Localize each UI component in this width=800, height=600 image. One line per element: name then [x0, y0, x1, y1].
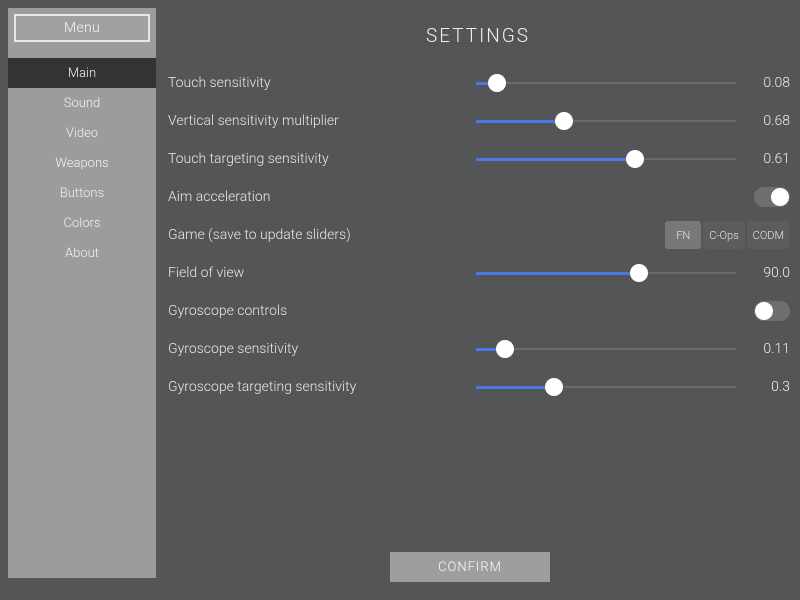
- setting-value: 0.08: [744, 75, 790, 91]
- setting-value: 0.68: [744, 113, 790, 129]
- segment-option[interactable]: C-Ops: [703, 221, 744, 249]
- sidebar-item-label: Main: [68, 66, 96, 81]
- setting-label: Vertical sensitivity multiplier: [168, 113, 448, 129]
- setting-value: 90.0: [744, 265, 790, 281]
- slider[interactable]: [476, 71, 736, 95]
- setting-value: 0.61: [744, 151, 790, 167]
- setting-row: Game (save to update sliders) FNC-OpsCODM: [168, 216, 790, 254]
- setting-value: 0.3: [744, 379, 790, 395]
- confirm-button[interactable]: CONFIRM: [390, 552, 550, 582]
- sidebar-item-label: About: [65, 246, 99, 261]
- slider[interactable]: [476, 261, 736, 285]
- sidebar-item-buttons[interactable]: Buttons: [8, 178, 156, 208]
- sidebar-item-main[interactable]: Main: [8, 58, 156, 88]
- segment-option[interactable]: CODM: [747, 221, 790, 249]
- sidebar-item-label: Buttons: [60, 186, 104, 201]
- slider[interactable]: [476, 337, 736, 361]
- settings-panel: Touch sensitivity 0.08 Vertical sensitivit…: [168, 64, 790, 530]
- setting-row: Touch sensitivity 0.08: [168, 64, 790, 102]
- setting-control: 90.0: [448, 254, 790, 292]
- setting-control: 0.68: [448, 102, 790, 140]
- setting-row: Aim acceleration: [168, 178, 790, 216]
- sidebar-item-label: Sound: [64, 96, 101, 111]
- page-title: SETTINGS: [156, 24, 800, 47]
- setting-row: Touch targeting sensitivity 0.61: [168, 140, 790, 178]
- setting-row: Gyroscope sensitivity 0.11: [168, 330, 790, 368]
- setting-control: [448, 178, 790, 216]
- setting-row: Gyroscope targeting sensitivity 0.3: [168, 368, 790, 406]
- sidebar-item-colors[interactable]: Colors: [8, 208, 156, 238]
- setting-label: Touch targeting sensitivity: [168, 151, 448, 167]
- setting-label: Aim acceleration: [168, 189, 448, 205]
- setting-label: Gyroscope sensitivity: [168, 341, 448, 357]
- segment-option[interactable]: FN: [665, 221, 701, 249]
- slider[interactable]: [476, 147, 736, 171]
- setting-control: 0.61: [448, 140, 790, 178]
- sidebar-item-about[interactable]: About: [8, 238, 156, 268]
- sidebar-item-weapons[interactable]: Weapons: [8, 148, 156, 178]
- setting-control: 0.08: [448, 64, 790, 102]
- setting-control: 0.11: [448, 330, 790, 368]
- toggle[interactable]: [754, 301, 790, 321]
- toggle[interactable]: [754, 187, 790, 207]
- setting-label: Game (save to update sliders): [168, 227, 448, 243]
- setting-control: [448, 292, 790, 330]
- sidebar-nav: Main Sound Video Weapons Buttons Colors About: [8, 58, 156, 268]
- setting-control: 0.3: [448, 368, 790, 406]
- confirm-button-label: CONFIRM: [438, 560, 502, 575]
- setting-row: Vertical sensitivity multiplier 0.68: [168, 102, 790, 140]
- sidebar-item-label: Weapons: [55, 156, 108, 171]
- setting-label: Gyroscope targeting sensitivity: [168, 379, 448, 395]
- setting-label: Gyroscope controls: [168, 303, 448, 319]
- setting-row: Field of view 90.0: [168, 254, 790, 292]
- sidebar-item-sound[interactable]: Sound: [8, 88, 156, 118]
- sidebar-item-video[interactable]: Video: [8, 118, 156, 148]
- sidebar-item-label: Video: [66, 126, 98, 141]
- setting-value: 0.11: [744, 341, 790, 357]
- segmented-control: FNC-OpsCODM: [665, 221, 790, 249]
- setting-label: Touch sensitivity: [168, 75, 448, 91]
- sidebar: Menu Main Sound Video Weapons Buttons Colors A…: [8, 8, 156, 578]
- menu-button[interactable]: Menu: [14, 14, 150, 42]
- setting-label: Field of view: [168, 265, 448, 281]
- menu-button-label: Menu: [64, 20, 100, 36]
- setting-row: Gyroscope controls: [168, 292, 790, 330]
- sidebar-item-label: Colors: [64, 216, 101, 231]
- slider[interactable]: [476, 375, 736, 399]
- setting-control: FNC-OpsCODM: [448, 216, 790, 254]
- slider[interactable]: [476, 109, 736, 133]
